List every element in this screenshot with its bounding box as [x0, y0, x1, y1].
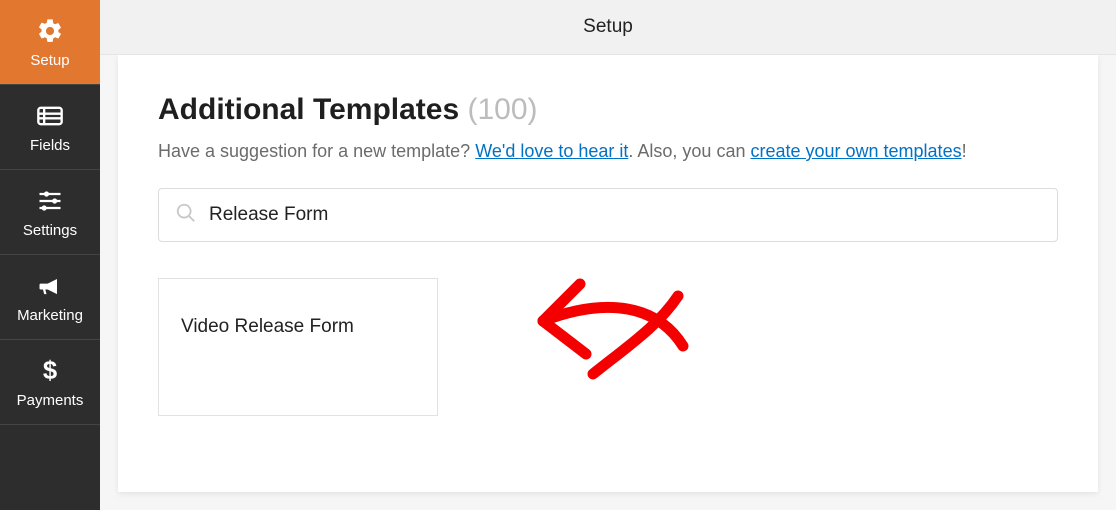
- sidebar-item-payments[interactable]: $ Payments: [0, 340, 100, 425]
- link-create-templates[interactable]: create your own templates: [750, 141, 961, 161]
- link-hear-it[interactable]: We'd love to hear it: [475, 141, 628, 161]
- svg-text:$: $: [43, 357, 57, 385]
- sidebar-item-setup[interactable]: Setup: [0, 0, 100, 85]
- template-card-label: Video Release Form: [181, 316, 354, 338]
- subtext-mid: . Also, you can: [628, 141, 750, 161]
- sidebar-item-label: Marketing: [17, 307, 83, 324]
- subtext-suffix: !: [962, 141, 967, 161]
- heading-text: Additional Templates: [158, 93, 459, 126]
- topbar-title: Setup: [583, 16, 633, 38]
- main-area: Setup Additional Templates (100) Have a …: [100, 0, 1116, 510]
- template-card[interactable]: Video Release Form: [158, 278, 438, 416]
- panel: Additional Templates (100) Have a sugges…: [118, 55, 1098, 492]
- bullhorn-icon: [35, 271, 65, 301]
- sidebar: Setup Fields Settings Marketing $ Paymen…: [0, 0, 100, 510]
- sidebar-item-label: Fields: [30, 137, 70, 154]
- sidebar-item-label: Setup: [30, 52, 69, 69]
- search-icon: [175, 202, 209, 229]
- sidebar-item-label: Payments: [17, 392, 84, 409]
- page-heading: Additional Templates (100): [158, 93, 1058, 127]
- gear-icon: [35, 16, 65, 46]
- sidebar-item-settings[interactable]: Settings: [0, 170, 100, 255]
- sidebar-item-marketing[interactable]: Marketing: [0, 255, 100, 340]
- topbar: Setup: [100, 0, 1116, 55]
- content-wrap: Additional Templates (100) Have a sugges…: [100, 55, 1116, 510]
- search-box[interactable]: [158, 188, 1058, 242]
- sliders-icon: [35, 186, 65, 216]
- list-icon: [35, 101, 65, 131]
- heading-count: (100): [468, 93, 538, 126]
- search-input[interactable]: [209, 204, 1041, 226]
- subtext: Have a suggestion for a new template? We…: [158, 141, 1058, 162]
- dollar-icon: $: [35, 356, 65, 386]
- subtext-prefix: Have a suggestion for a new template?: [158, 141, 475, 161]
- sidebar-item-fields[interactable]: Fields: [0, 85, 100, 170]
- sidebar-item-label: Settings: [23, 222, 77, 239]
